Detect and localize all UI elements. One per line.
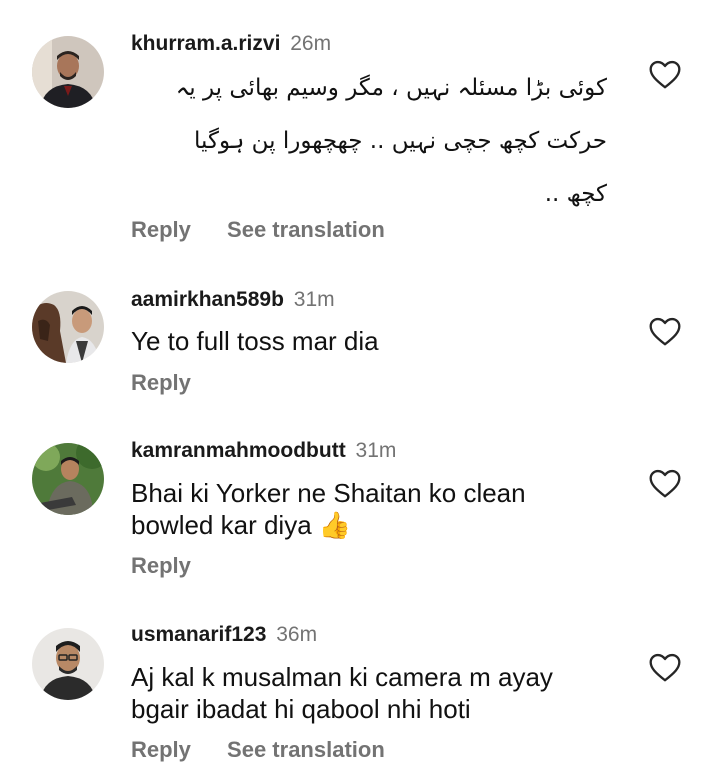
comment-text-line: کوئی بڑا مسئلہ نہیں ، مگر وسیم بھائی پر … <box>175 75 607 101</box>
heart-outline-icon[interactable] <box>648 653 682 683</box>
comment-text: Aj kal k musalman ki camera m ayay bgair… <box>131 661 553 725</box>
comment-text-line: bowled kar diya 👍 <box>131 510 352 540</box>
comment-text-line: Ye to full toss mar dia <box>131 326 379 356</box>
comment-header: khurram.a.rizvi 26m <box>131 32 331 56</box>
timestamp: 31m <box>293 288 335 311</box>
comment-text: Ye to full toss mar dia <box>131 325 379 357</box>
comment-text-line: Aj kal k musalman ki camera m ayay <box>131 662 553 692</box>
comment-header: usmanarif123 36m <box>131 623 317 647</box>
reply-button[interactable]: Reply <box>131 370 191 395</box>
comment-actions: Reply <box>131 370 191 396</box>
comment-text-line: حرکت کچھ جچی نہیں .. چھچھورا پن ہوگیا <box>194 128 607 154</box>
comment-header: aamirkhan589b 31m <box>131 288 335 312</box>
comment-actions: Reply <box>131 553 191 579</box>
heart-outline-icon[interactable] <box>648 469 682 499</box>
comment-text-line: bgair ibadat hi qabool nhi hoti <box>131 694 471 724</box>
username[interactable]: usmanarif123 <box>131 623 266 646</box>
comment-text: کوئی بڑا مسئلہ نہیں ، مگر وسیم بھائی پر … <box>127 62 607 221</box>
timestamp: 26m <box>290 32 332 55</box>
username[interactable]: kamranmahmoodbutt <box>131 439 346 462</box>
reply-button[interactable]: Reply <box>131 217 191 242</box>
avatar[interactable] <box>32 36 104 108</box>
timestamp: 36m <box>276 623 318 646</box>
avatar[interactable] <box>32 628 104 700</box>
reply-button[interactable]: Reply <box>131 737 191 762</box>
comment-text-line: Bhai ki Yorker ne Shaitan ko clean <box>131 478 526 508</box>
comment-text: Bhai ki Yorker ne Shaitan ko clean bowle… <box>131 477 526 541</box>
timestamp: 31m <box>355 439 397 462</box>
username[interactable]: aamirkhan589b <box>131 288 284 311</box>
avatar[interactable] <box>32 291 104 363</box>
reply-button[interactable]: Reply <box>131 553 191 578</box>
heart-outline-icon[interactable] <box>648 60 682 90</box>
comment-actions: Reply See translation <box>131 217 385 243</box>
comment-text-line: کچھ .. <box>544 181 607 207</box>
comment-actions: Reply See translation <box>131 737 385 763</box>
heart-outline-icon[interactable] <box>648 317 682 347</box>
see-translation-button[interactable]: See translation <box>227 737 385 762</box>
comment-header: kamranmahmoodbutt 31m <box>131 439 396 463</box>
see-translation-button[interactable]: See translation <box>227 217 385 242</box>
avatar[interactable] <box>32 443 104 515</box>
username[interactable]: khurram.a.rizvi <box>131 32 280 55</box>
